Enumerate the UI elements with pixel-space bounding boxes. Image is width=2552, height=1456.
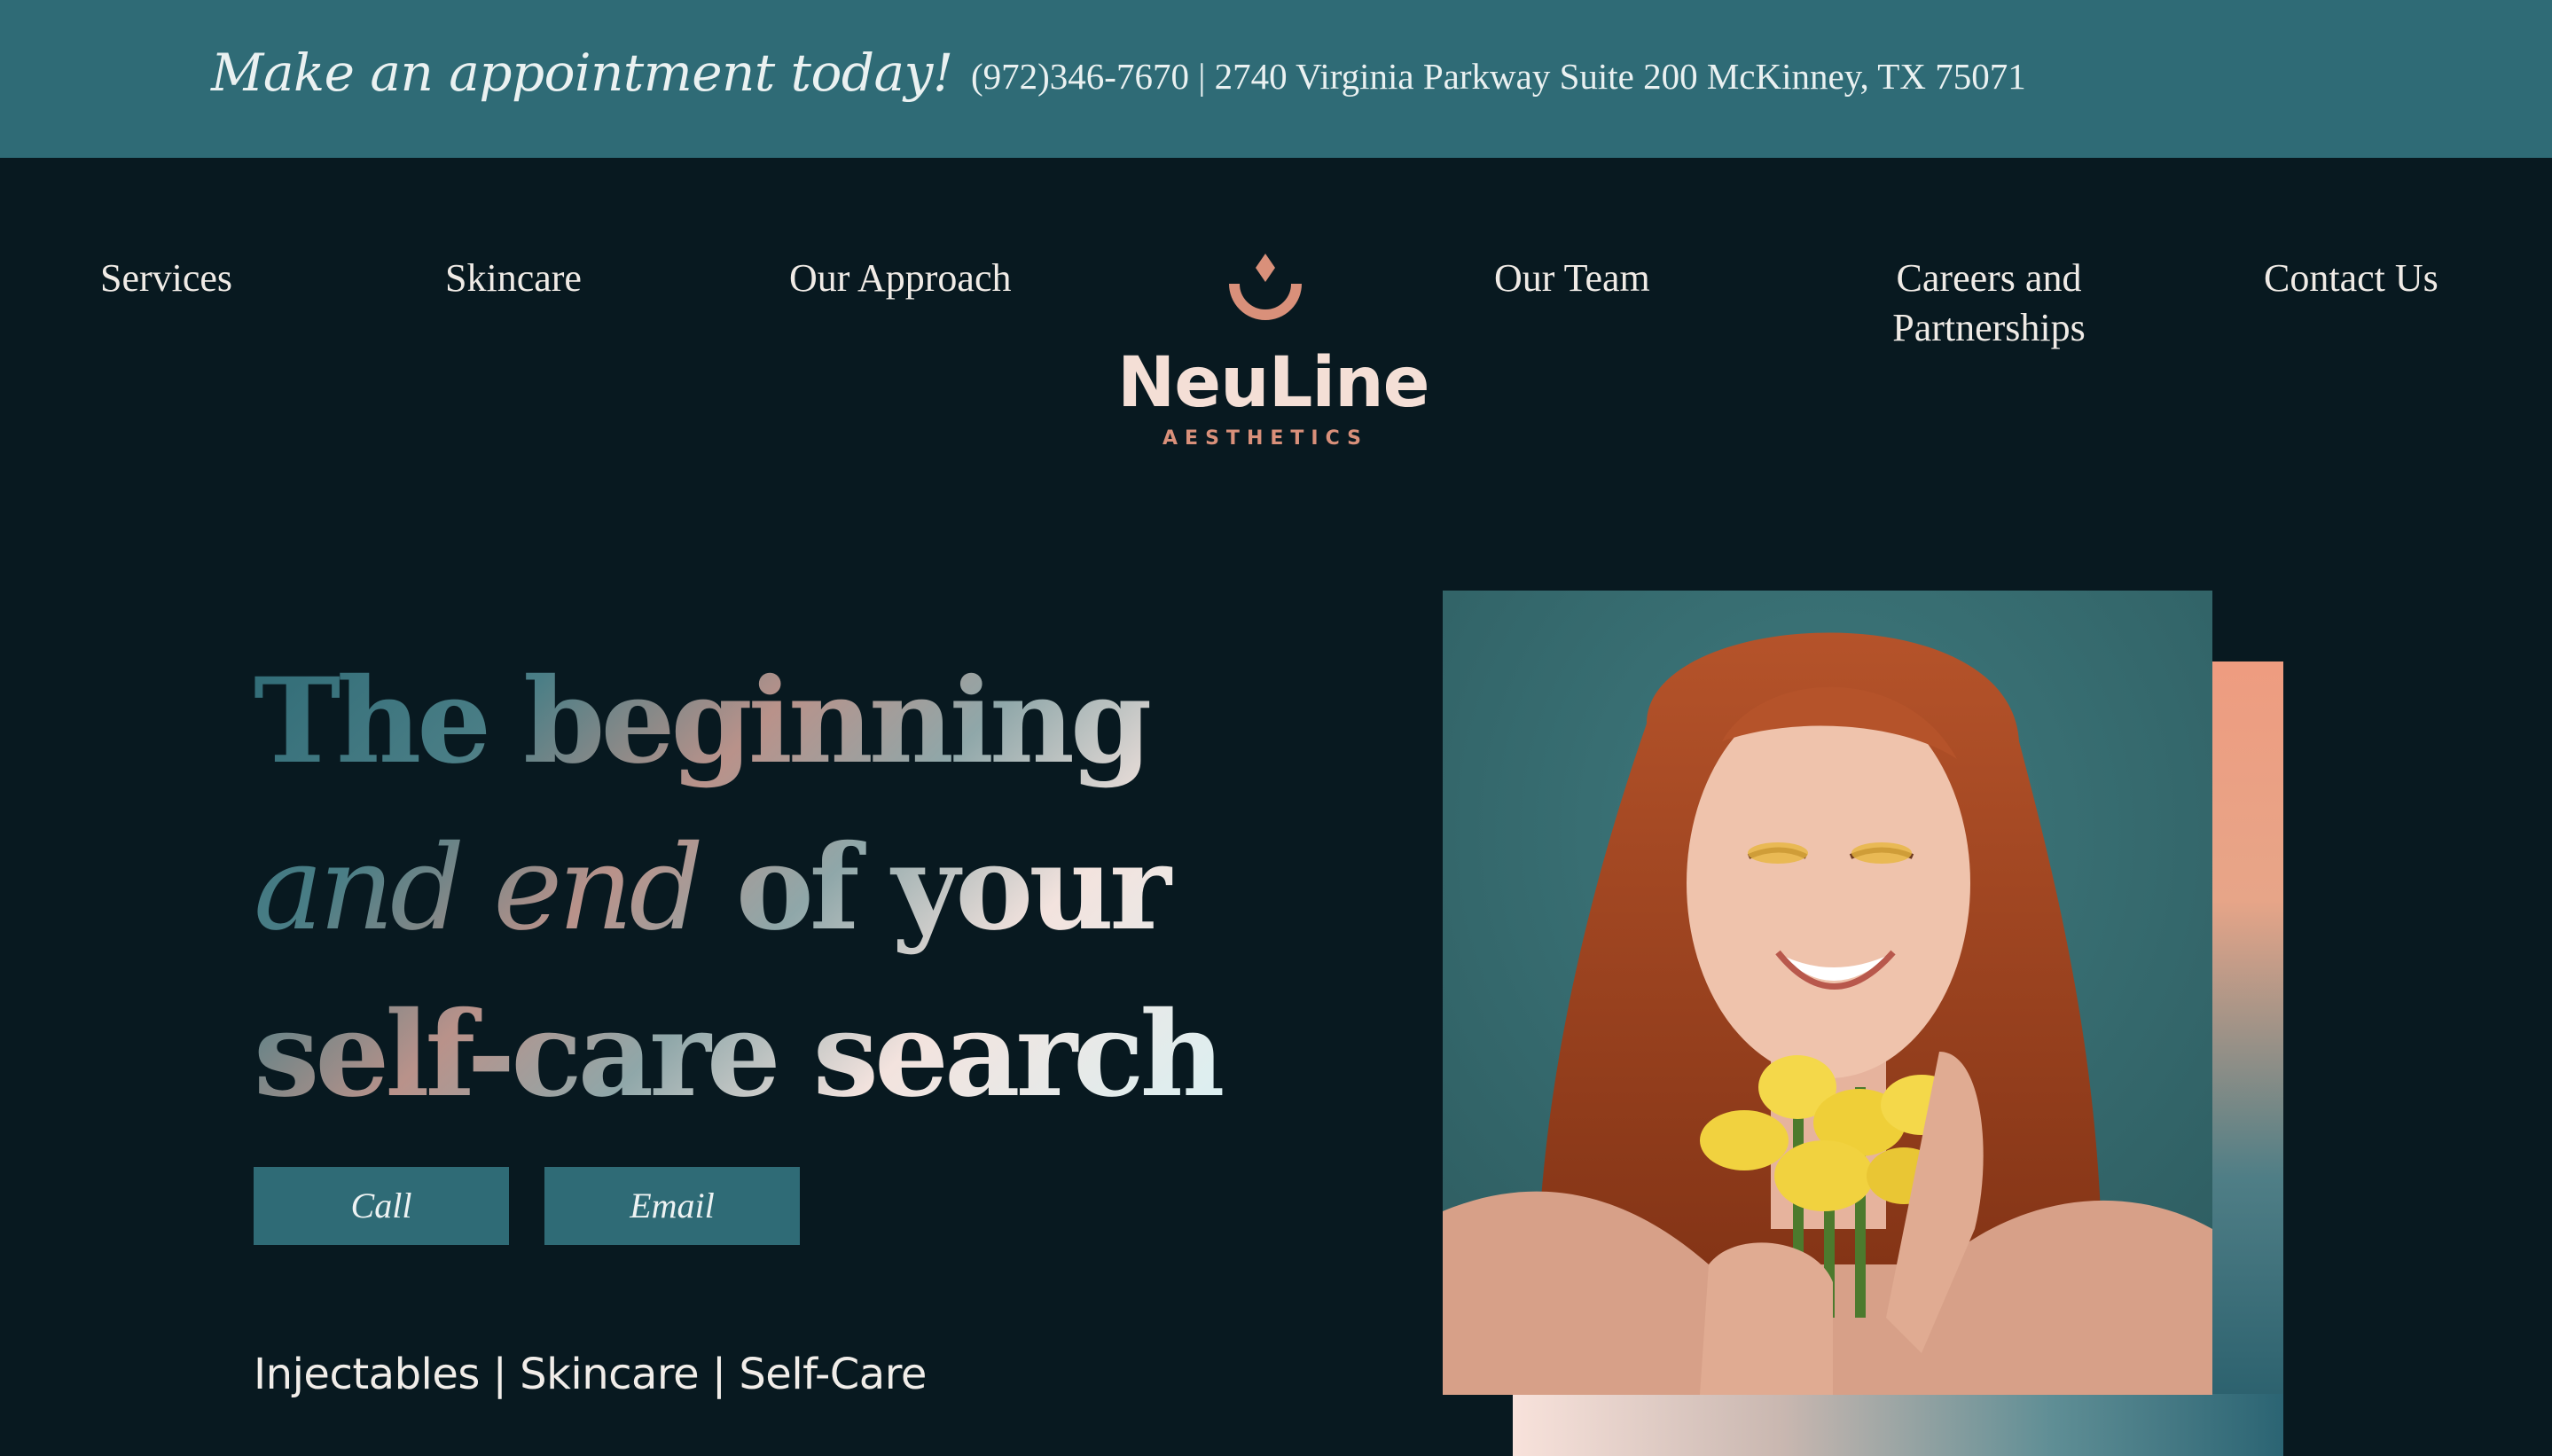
headline-line-3: self-care search.	[254, 972, 1261, 1139]
nav-item-our-team[interactable]: Our Team	[1494, 254, 1650, 303]
hero-photo	[1443, 591, 2212, 1395]
nav-item-careers[interactable]: Careers and Partnerships	[1874, 254, 2104, 353]
logo-wordmark: NeuLine	[1117, 343, 1430, 423]
nav-item-services[interactable]: Services	[100, 254, 232, 303]
page: Make an appointment today! (972)346-7670…	[0, 0, 2552, 1456]
nav-item-skincare[interactable]: Skincare	[445, 254, 582, 303]
decorative-gradient-bar	[2211, 661, 2283, 1456]
headline-line-1: The beginning	[254, 638, 1229, 805]
headline-line-2-rest: of your	[699, 819, 1167, 957]
call-button[interactable]: Call	[254, 1167, 509, 1245]
services-tagline: Injectables | Skincare | Self-Care	[254, 1350, 927, 1399]
nav-item-contact-us[interactable]: Contact Us	[2264, 254, 2438, 303]
headline-line-2: and end of your	[254, 805, 1229, 972]
headline-italic: and end	[254, 820, 700, 957]
appointment-cta[interactable]: Make an appointment today!	[211, 43, 953, 103]
diamond-smile-icon	[1221, 248, 1310, 328]
decorative-gradient-strip	[1513, 1394, 2283, 1456]
contact-info[interactable]: (972)346-7670 | 2740 Virginia Parkway Su…	[971, 55, 2026, 98]
email-button[interactable]: Email	[544, 1167, 800, 1245]
site-logo[interactable]: NeuLine AESTHETICS	[1117, 248, 1430, 461]
logo-subtitle: AESTHETICS	[1162, 427, 1368, 450]
appointment-banner: Make an appointment today! (972)346-7670…	[0, 0, 2552, 158]
nav-item-our-approach[interactable]: Our Approach	[789, 254, 1012, 303]
woman-with-flowers-illustration	[1443, 591, 2212, 1395]
hero-headline: The beginning and end of your self-care …	[254, 638, 1261, 1139]
